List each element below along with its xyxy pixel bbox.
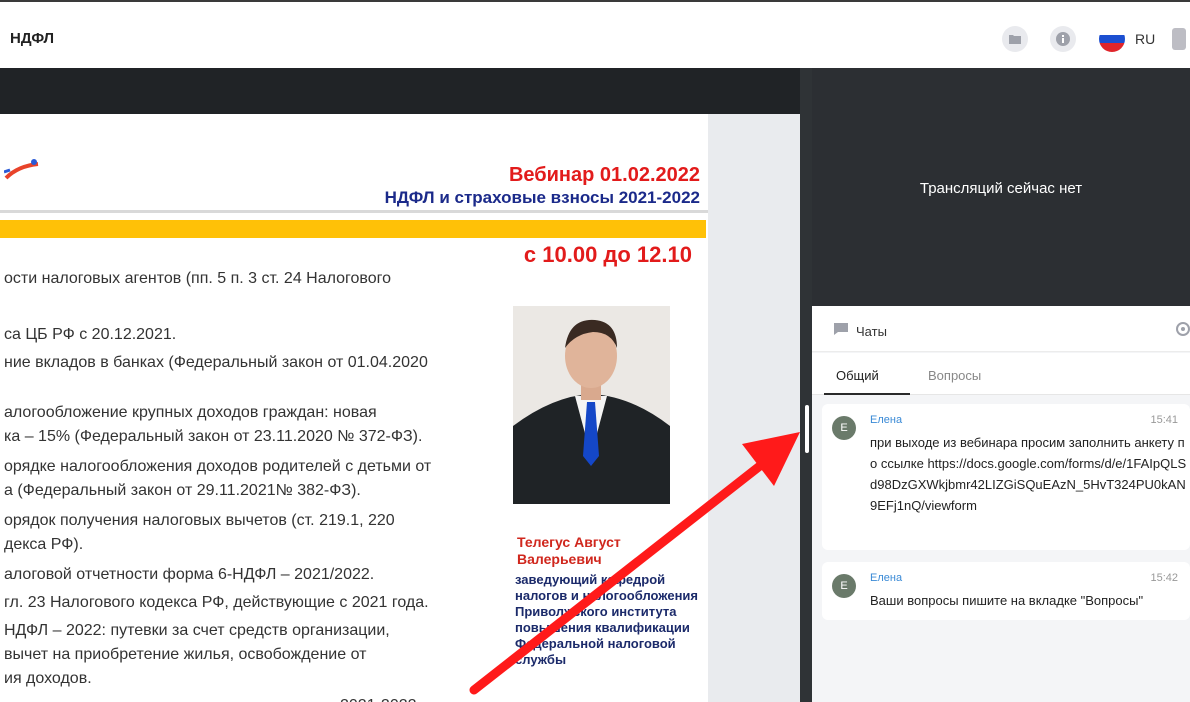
logo-icon xyxy=(4,159,39,180)
flag-ru-icon[interactable] xyxy=(1099,26,1125,52)
gear-icon[interactable] xyxy=(1174,320,1190,338)
resize-handle[interactable] xyxy=(805,405,809,453)
message-text: при выходе из вебинара просим заполнить … xyxy=(870,435,1187,513)
page-title: НДФЛ xyxy=(10,30,55,47)
chat-title: Чаты xyxy=(856,324,887,339)
video-player: Трансляций сейчас нет xyxy=(812,68,1190,306)
slide-line: са ЦБ РФ с 20.12.2021. xyxy=(4,326,177,343)
slide-line: ия доходов. xyxy=(4,670,92,687)
divider xyxy=(0,210,708,213)
folder-button[interactable] xyxy=(1002,26,1028,52)
active-tab-indicator xyxy=(824,393,910,395)
avatar: Е xyxy=(832,416,856,440)
chat-icon xyxy=(834,323,848,335)
message-author: Елена xyxy=(870,572,903,584)
presentation-area: Вебинар 01.02.2022 НДФЛ и страховые взно… xyxy=(0,68,800,702)
speaker-photo xyxy=(513,306,670,504)
stream-status: Трансляций сейчас нет xyxy=(919,180,1083,197)
message-author: Елена xyxy=(870,414,903,426)
folder-icon xyxy=(1009,35,1021,44)
chat-header: Чаты xyxy=(812,306,1190,352)
info-button[interactable] xyxy=(1050,26,1076,52)
panel-divider xyxy=(800,68,812,702)
yellow-band xyxy=(0,220,706,238)
slide-line: 2021-2022 xyxy=(340,697,417,702)
slide-title: Вебинар 01.02.2022 xyxy=(508,164,700,186)
slide-frame: Вебинар 01.02.2022 НДФЛ и страховые взно… xyxy=(0,114,800,702)
slide-line: орядке налогообложения доходов родителей… xyxy=(4,458,432,475)
avatar: Е xyxy=(832,574,856,598)
speaker-description: заведующий кафедрой налогов и налогообло… xyxy=(515,572,699,667)
panel-toggle-button[interactable] xyxy=(1172,28,1186,50)
chat-message: Е Елена 15:42 Ваши вопросы пишите на вкл… xyxy=(822,562,1190,620)
message-time: 15:41 xyxy=(1150,414,1178,426)
slide-time: с 10.00 до 12.10 xyxy=(523,242,692,267)
tab-general[interactable]: Общий xyxy=(836,368,879,383)
slide-line: декса РФ). xyxy=(4,536,84,553)
message-time: 15:42 xyxy=(1150,572,1178,584)
slide-line: алоговой отчетности форма 6-НДФЛ – 2021/… xyxy=(4,566,375,583)
slide-subtitle: НДФЛ и страховые взносы 2021-2022 xyxy=(384,188,700,207)
presentation-toolbar xyxy=(0,68,800,114)
top-border xyxy=(0,0,1190,8)
slide-line: ости налоговых агентов (пп. 5 п. 3 ст. 2… xyxy=(4,270,392,287)
language-label[interactable]: RU xyxy=(1135,31,1155,47)
slide-line: гл. 23 Налогового кодекса РФ, действующи… xyxy=(4,594,429,611)
chat-tabs: Общий Вопросы xyxy=(812,353,1190,395)
slide-line: НДФЛ – 2022: путевки за счет средств орг… xyxy=(4,622,390,639)
webinar-room: НДФЛ RU Вебинар 01.02.2022 НДФЛ и страхо… xyxy=(0,0,1190,702)
info-icon xyxy=(1056,32,1070,46)
speaker-name: Телегус Август Валерьевич xyxy=(517,534,621,567)
slide-line: ние вкладов в банках (Федеральный закон … xyxy=(4,354,428,371)
slide-line: вычет на приобретение жилья, освобождени… xyxy=(4,646,367,663)
message-text: Ваши вопросы пишите на вкладке "Вопросы" xyxy=(870,593,1144,608)
slide-line: ка – 15% (Федеральный закон от 23.11.202… xyxy=(4,428,423,445)
slide-line: орядок получения налоговых вычетов (ст. … xyxy=(4,512,395,529)
top-header: НДФЛ RU xyxy=(0,8,1190,68)
chat-message: Е Елена 15:41 при выходе из вебинара про… xyxy=(822,404,1190,550)
slide: Вебинар 01.02.2022 НДФЛ и страховые взно… xyxy=(0,114,708,702)
chat-panel: Чаты Общий Вопросы Е Елена 15:41 при вых… xyxy=(812,306,1190,702)
slide-line: алогообложение крупных доходов граждан: … xyxy=(4,404,377,421)
slide-line: а (Федеральный закон от 29.11.2021№ 382-… xyxy=(4,482,361,499)
speaker-portrait-icon xyxy=(513,306,670,504)
tab-questions[interactable]: Вопросы xyxy=(928,368,981,383)
